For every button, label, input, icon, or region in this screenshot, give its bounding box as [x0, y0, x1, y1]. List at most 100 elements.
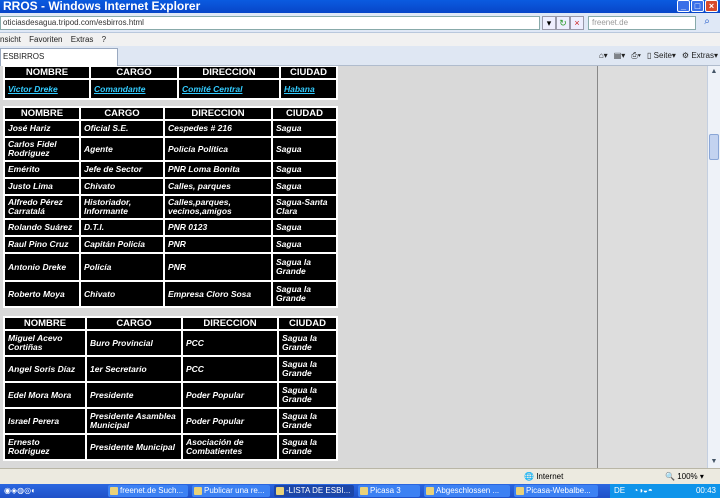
zoom-control[interactable]: 🔍 100% ▾ [665, 469, 704, 484]
maximize-button[interactable]: □ [691, 0, 704, 12]
cell-address: Empresa Cloro Sosa [165, 282, 271, 306]
table-row: Carlos Fidel Rodriguez Agente Policía Polí… [5, 138, 336, 160]
taskbar-item[interactable]: Picasa-Webalbe... [514, 485, 598, 497]
vertical-scrollbar[interactable]: ▲ ▼ [707, 66, 720, 468]
table-row: Emérito Jefe de Sector PNR Loma Bonita Sagu… [5, 162, 336, 177]
cell-position: Buro Provincial [87, 331, 181, 355]
cell-city: Sagua la Grande [279, 383, 336, 407]
column-header: CIUDAD [273, 108, 336, 119]
taskbar-item[interactable]: Abgeschlossen ... [424, 485, 510, 497]
feed-icon[interactable]: ▤▾ [614, 49, 626, 63]
search-input[interactable]: freenet.de [588, 16, 696, 30]
cell-position: Oficial S.E. [81, 121, 163, 136]
taskbar-item[interactable]: -LISTA DE ESBI... [274, 485, 354, 497]
stop-icon[interactable]: × [570, 16, 584, 30]
officials-table-2: NOMBRE CARGO DIRECCION CIUDAD José Hariz… [3, 106, 338, 308]
page-menu-label: Seite [653, 51, 672, 60]
table-row: Rolando Suárez D.T.I. PNR 0123 Sagua [5, 220, 336, 235]
column-header: NOMBRE [5, 318, 85, 329]
extras-menu[interactable]: ⚙ Extras▾ [682, 49, 718, 63]
language-indicator[interactable]: DE [614, 486, 625, 495]
cell-city: Sagua la Grande [273, 282, 336, 306]
cell-address: PCC [183, 357, 277, 381]
scroll-up-icon[interactable]: ▲ [709, 66, 719, 78]
menu-bar: nsicht Favoriten Extras ? [0, 33, 720, 46]
name-link[interactable]: Victor Dreke [5, 80, 89, 98]
tray-icons[interactable]: ◔◑◒◓ [633, 486, 652, 495]
column-header: NOMBRE [5, 108, 79, 119]
column-header: DIRECCION [165, 108, 271, 119]
column-header: DIRECCION [183, 318, 277, 329]
search-icon[interactable]: ⌕ [698, 16, 716, 30]
table-row: Alfredo Pérez Carratalá Historiador, Info… [5, 196, 336, 218]
table-row: Justo Lima Chivato Calles, parques Sagua [5, 179, 336, 194]
cell-address: Calles,parques, vecinos,amigos [165, 196, 271, 218]
dropdown-arrow-icon[interactable]: ▾ [542, 16, 556, 30]
cell-city: Sagua [273, 237, 336, 252]
menu-item-view[interactable]: nsicht [0, 35, 21, 44]
address-input[interactable]: oticiasdesagua.tripod.com/esbirros.html [0, 16, 540, 30]
security-zone: 🌐 Internet [524, 472, 564, 481]
cell-name: Carlos Fidel Rodriguez [5, 138, 79, 160]
cell-name: Edel Mora Mora [5, 383, 85, 407]
tab-bar: ESBIRROS ⌂▾ ▤▾ ⎙▾ ▯ Seite▾ ⚙ Extras▾ [0, 46, 720, 66]
scroll-down-icon[interactable]: ▼ [709, 456, 719, 468]
table-row: Angel Soris Díaz 1er Secretario PCC Sagua l… [5, 357, 336, 381]
table-row: Roberto Moya Chivato Empresa Cloro Sosa Sag… [5, 282, 336, 306]
taskbar-item[interactable]: Picasa 3 [358, 485, 420, 497]
cell-name: Rolando Suárez [5, 220, 79, 235]
column-header: CIUDAD [279, 318, 336, 329]
table-row: Ernesto Rodriguez Presidente Municipal Aso… [5, 435, 336, 459]
cell-position: Presidente [87, 383, 181, 407]
table-row: Antonio Dreke Policía PNR Sagua la Grande [5, 254, 336, 280]
taskbar-item[interactable]: Publicar una re... [192, 485, 270, 497]
city-link[interactable]: Habana [281, 80, 336, 98]
cell-address: Poder Popular [183, 409, 277, 433]
menu-item-favorites[interactable]: Favoriten [29, 35, 62, 44]
cell-address: PCC [183, 331, 277, 355]
cell-address: Cespedes # 216 [165, 121, 271, 136]
cell-address: Calles, parques [165, 179, 271, 194]
system-tray: DE ◔◑◒◓ 00:43 [610, 484, 720, 498]
close-button[interactable]: × [705, 0, 718, 12]
cell-address: PNR [165, 237, 271, 252]
security-zone-label: Internet [536, 472, 564, 481]
menu-item-extras[interactable]: Extras [71, 35, 94, 44]
cell-city: Sagua la Grande [273, 254, 336, 280]
cell-position: D.T.I. [81, 220, 163, 235]
taskbar-item[interactable]: freenet.de Such... [108, 485, 188, 497]
position-link[interactable]: Comandante [91, 80, 177, 98]
cell-address: PNR 0123 [165, 220, 271, 235]
cell-position: Chivato [81, 179, 163, 194]
print-icon[interactable]: ⎙▾ [631, 49, 641, 63]
table-row: José Hariz Oficial S.E. Cespedes # 216 Sagu… [5, 121, 336, 136]
cell-name: Angel Soris Díaz [5, 357, 85, 381]
menu-item-help[interactable]: ? [102, 35, 106, 44]
cell-name: Roberto Moya [5, 282, 79, 306]
home-icon[interactable]: ⌂▾ [599, 49, 608, 63]
cell-name: José Hariz [5, 121, 79, 136]
page-body: NOMBRE CARGO DIRECCION CIUDAD Victor Dre… [0, 66, 598, 468]
officials-table-3: NOMBRE CARGO DIRECCION CIUDAD Miguel Ace… [3, 316, 338, 461]
page-menu[interactable]: ▯ Seite▾ [647, 49, 676, 63]
scroll-thumb[interactable] [709, 134, 719, 160]
cell-position: Chivato [81, 282, 163, 306]
column-header: CIUDAD [281, 67, 336, 78]
column-header: CARGO [81, 108, 163, 119]
cell-city: Sagua la Grande [279, 435, 336, 459]
quick-launch-icons[interactable]: ◉◈◍◎◐ [4, 484, 36, 498]
table-row: Edel Mora Mora Presidente Poder Popular Sag… [5, 383, 336, 407]
cell-address: PNR [165, 254, 271, 280]
cell-name: Ernesto Rodriguez [5, 435, 85, 459]
column-header: CARGO [87, 318, 181, 329]
cell-position: Agente [81, 138, 163, 160]
status-bar: 🌐 Internet 🔍 100% ▾ [0, 468, 720, 484]
cell-city: Sagua la Grande [279, 357, 336, 381]
cell-name: Miguel Acevo Cortiñas [5, 331, 85, 355]
cell-position: Historiador, Informante [81, 196, 163, 218]
refresh-icon[interactable]: ↻ [556, 16, 570, 30]
minimize-button[interactable]: _ [677, 0, 690, 12]
cell-address: Policía Política [165, 138, 271, 160]
tab-esbirros[interactable]: ESBIRROS [0, 48, 118, 66]
address-link[interactable]: Comité Central [179, 80, 279, 98]
